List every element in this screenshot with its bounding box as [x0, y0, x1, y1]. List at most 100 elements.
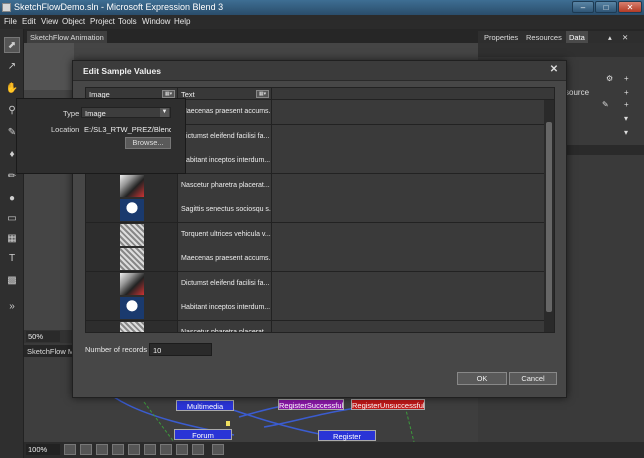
map-node-register-successful[interactable]: RegisterSuccessful — [278, 399, 344, 410]
thumbnail-image — [120, 223, 144, 246]
app-icon — [2, 3, 11, 12]
image-type-popup: Type Image ▼ Location E:/SL3_RTW_PREZ/Bl… — [16, 98, 186, 174]
tab-sketchflow-map[interactable]: SketchFlow M — [27, 347, 74, 356]
add-property-icon[interactable]: + — [624, 100, 629, 109]
minimize-button[interactable]: – — [572, 1, 594, 13]
location-field[interactable]: E:/SL3_RTW_PREZ/Blend3_Sk — [81, 124, 171, 135]
image-cell[interactable] — [86, 296, 178, 320]
map-tool-button[interactable] — [80, 444, 92, 455]
table-row[interactable]: Habitant inceptos interdum... — [86, 296, 546, 321]
table-row[interactable]: Nascetur pharetra placerat... — [86, 173, 546, 198]
image-cell[interactable] — [86, 198, 178, 222]
selection-tool-icon[interactable]: ⬈ — [4, 37, 20, 53]
text-cell[interactable]: Maecenas praesent accums... — [178, 247, 272, 271]
text-tool-icon[interactable]: T — [4, 251, 20, 267]
table-row[interactable]: Maecenas praesent accums... — [86, 247, 546, 272]
image-cell[interactable] — [86, 173, 178, 198]
animation-panel — [24, 43, 74, 90]
add-data-icon[interactable]: ⚙ — [606, 74, 613, 83]
control-tool-icon[interactable]: ▩ — [4, 273, 20, 289]
dialog-close-icon[interactable]: ✕ — [548, 64, 560, 76]
map-node-multimedia[interactable]: Multimedia — [176, 400, 234, 411]
menu-edit[interactable]: Edit — [22, 17, 36, 26]
text-cell[interactable]: Nascetur pharetra placerat... — [178, 173, 272, 198]
map-tool-button[interactable] — [128, 444, 140, 455]
data-source-fragment: source — [565, 88, 590, 97]
table-row[interactable]: Torquent ultrices vehicula v... — [86, 222, 546, 247]
column-type-icon[interactable]: ▦▾ — [256, 90, 269, 98]
table-row[interactable]: Sagittis senectus sociosqu s... — [86, 198, 546, 223]
close-window-button[interactable]: ✕ — [618, 1, 642, 13]
menu-object[interactable]: Object — [62, 17, 85, 26]
direct-selection-tool-icon[interactable]: ↗ — [4, 59, 20, 75]
pin-icon[interactable]: ▴ — [608, 33, 612, 42]
image-cell[interactable] — [86, 271, 178, 296]
pan-tool-icon[interactable]: ✋ — [4, 81, 20, 97]
data-panel-separator — [565, 145, 644, 155]
image-cell[interactable] — [86, 247, 178, 271]
grid-layout-icon[interactable]: ▦ — [4, 231, 20, 247]
options-icon[interactable]: ▾ — [624, 128, 628, 137]
zoom-field[interactable]: 50% — [26, 331, 60, 342]
window-title: SketchFlowDemo.sln - Microsoft Expressio… — [14, 2, 224, 12]
options-icon[interactable]: ▾ — [624, 114, 628, 123]
text-cell[interactable]: Habitant inceptos interdum... — [178, 296, 272, 320]
map-tool-button[interactable] — [144, 444, 156, 455]
image-cell[interactable] — [86, 222, 178, 247]
column-type-icon[interactable]: ▦▾ — [162, 90, 175, 98]
asset-library-icon[interactable]: » — [4, 299, 20, 315]
map-node-register[interactable]: Register — [318, 430, 376, 441]
type-label: Type — [63, 109, 80, 118]
image-cell[interactable] — [86, 320, 178, 332]
close-panel-icon[interactable]: ✕ — [622, 33, 628, 42]
scrollbar-thumb[interactable] — [546, 122, 552, 312]
map-zoom-field[interactable]: 100% — [26, 444, 60, 455]
ok-button[interactable]: OK — [457, 372, 507, 385]
records-input[interactable]: 10 — [149, 343, 212, 356]
tab-properties[interactable]: Properties — [484, 33, 518, 42]
map-tool-button[interactable] — [176, 444, 188, 455]
tab-data[interactable]: Data — [566, 31, 588, 43]
rectangle-tool-icon[interactable]: ▭ — [4, 211, 20, 227]
maximize-button[interactable]: □ — [595, 1, 617, 13]
table-row[interactable]: Nascetur pharetra placerat... — [86, 320, 546, 332]
thumbnail-image — [120, 272, 144, 295]
menu-window[interactable]: Window — [142, 17, 170, 26]
right-panel-tabs: Properties Resources Data ▴ ✕ — [478, 31, 644, 43]
dialog-title: Edit Sample Values — [83, 66, 161, 76]
text-cell[interactable]: Nascetur pharetra placerat... — [178, 320, 272, 332]
text-cell[interactable]: Dictumst eleifend facilisi fa... — [178, 124, 272, 149]
type-select[interactable]: Image ▼ — [81, 107, 171, 118]
map-tool-button[interactable] — [112, 444, 124, 455]
text-cell[interactable]: Torquent ultrices vehicula v... — [178, 222, 272, 247]
add-source-icon[interactable]: + — [624, 88, 629, 97]
map-node-forum[interactable]: Forum — [174, 429, 232, 440]
tools-panel: ⬈ ↗ ✋ ⚲ ✎ ♦ ✏ ● ▭ ▦ T ▩ » — [0, 29, 24, 458]
menu-file[interactable]: File — [4, 17, 17, 26]
map-tool-button[interactable] — [160, 444, 172, 455]
menu-project[interactable]: Project — [90, 17, 115, 26]
menu-help[interactable]: Help — [174, 17, 190, 26]
map-tool-button[interactable] — [64, 444, 76, 455]
add-icon[interactable]: + — [624, 74, 629, 83]
text-cell[interactable]: Dictumst eleifend facilisi fa... — [178, 271, 272, 296]
map-tool-button[interactable] — [192, 444, 204, 455]
menu-tools[interactable]: Tools — [118, 17, 137, 26]
map-tool-button[interactable] — [96, 444, 108, 455]
text-cell[interactable]: Habitant inceptos interdum... — [178, 149, 272, 173]
tab-sketchflow-animation[interactable]: SketchFlow Animation — [27, 31, 107, 43]
eyedropper-icon[interactable]: ● — [4, 191, 20, 207]
edit-icon[interactable]: ✎ — [602, 100, 609, 109]
map-tool-button[interactable] — [212, 444, 224, 455]
cancel-button[interactable]: Cancel — [509, 372, 557, 385]
grid-scrollbar[interactable] — [544, 100, 554, 332]
chevron-down-icon[interactable]: ▼ — [160, 108, 169, 117]
text-cell[interactable]: Sagittis senectus sociosqu s... — [178, 198, 272, 222]
location-label: Location — [51, 125, 80, 134]
table-row[interactable]: Dictumst eleifend facilisi fa... — [86, 271, 546, 296]
text-cell[interactable]: Maecenas praesent accums... — [178, 100, 272, 124]
browse-button[interactable]: Browse... — [125, 137, 171, 149]
map-node-register-unsuccessful[interactable]: RegisterUnsuccessful — [351, 399, 425, 410]
menu-view[interactable]: View — [41, 17, 58, 26]
tab-resources[interactable]: Resources — [526, 33, 562, 42]
